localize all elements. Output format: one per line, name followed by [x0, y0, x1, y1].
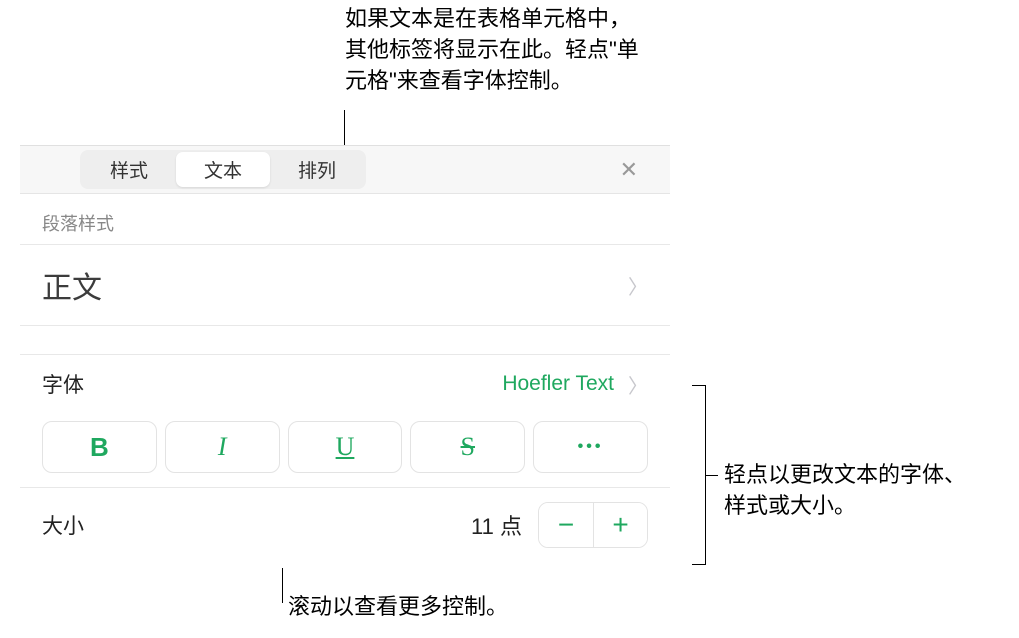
callout-font-line2: 样式或大小。	[724, 491, 966, 522]
size-decrease-button[interactable]: −	[539, 503, 593, 547]
callout-line-bottom	[282, 568, 283, 603]
callout-tabs: 如果文本是在表格单元格中，其他标签将显示在此。轻点"单元格"来查看字体控制。	[345, 4, 645, 96]
callout-font: 轻点以更改文本的字体、 样式或大小。	[724, 460, 966, 522]
text-style-buttons: B I U S •••	[20, 413, 670, 488]
font-value: Hoefler Text	[502, 372, 614, 396]
italic-button[interactable]: I	[165, 421, 280, 473]
tab-text-label: 文本	[204, 161, 242, 182]
callout-line-right	[706, 475, 718, 476]
size-row: 大小 11 点 − +	[20, 488, 670, 548]
minus-icon: −	[558, 509, 574, 541]
underline-icon: U	[336, 432, 355, 462]
paragraph-style-value: 正文	[42, 263, 628, 307]
paragraph-style-row[interactable]: 正文 〉	[20, 244, 670, 326]
plus-icon: +	[612, 509, 628, 541]
callout-font-line1: 轻点以更改文本的字体、	[724, 460, 966, 491]
strikethrough-icon: S	[461, 432, 475, 462]
tab-style-label: 样式	[110, 161, 148, 182]
size-stepper: − +	[538, 502, 648, 548]
callout-tabs-text: 如果文本是在表格单元格中，其他标签将显示在此。轻点"单元格"来查看字体控制。	[345, 6, 639, 93]
close-button[interactable]: ✕	[610, 153, 648, 187]
callout-scroll-text: 滚动以查看更多控制。	[288, 594, 508, 619]
size-label: 大小	[42, 510, 84, 540]
format-panel: 样式 文本 排列 ✕ 段落样式 正文 〉 字体 Hoefler Text 〉 B…	[20, 145, 670, 548]
font-row[interactable]: 字体 Hoefler Text 〉	[20, 354, 670, 413]
size-value: 11 点	[471, 509, 522, 541]
more-icon: •••	[578, 438, 604, 456]
tab-arrange[interactable]: 排列	[270, 152, 364, 187]
tab-arrange-label: 排列	[298, 161, 336, 182]
font-label: 字体	[42, 369, 84, 399]
tab-text[interactable]: 文本	[176, 152, 270, 187]
chevron-right-icon: 〉	[628, 271, 648, 300]
tab-bar: 样式 文本 排列 ✕	[20, 146, 670, 194]
more-options-button[interactable]: •••	[533, 421, 648, 473]
bold-icon: B	[90, 432, 109, 463]
chevron-right-icon: 〉	[628, 370, 648, 399]
size-increase-button[interactable]: +	[593, 503, 647, 547]
italic-icon: I	[218, 432, 227, 462]
tab-style[interactable]: 样式	[82, 152, 176, 187]
callout-scroll: 滚动以查看更多控制。	[288, 592, 508, 623]
close-icon: ✕	[620, 157, 638, 182]
underline-button[interactable]: U	[288, 421, 403, 473]
tab-group: 样式 文本 排列	[80, 150, 366, 189]
paragraph-style-label: 段落样式	[20, 194, 670, 244]
strikethrough-button[interactable]: S	[410, 421, 525, 473]
callout-bracket-right	[692, 385, 706, 565]
bold-button[interactable]: B	[42, 421, 157, 473]
